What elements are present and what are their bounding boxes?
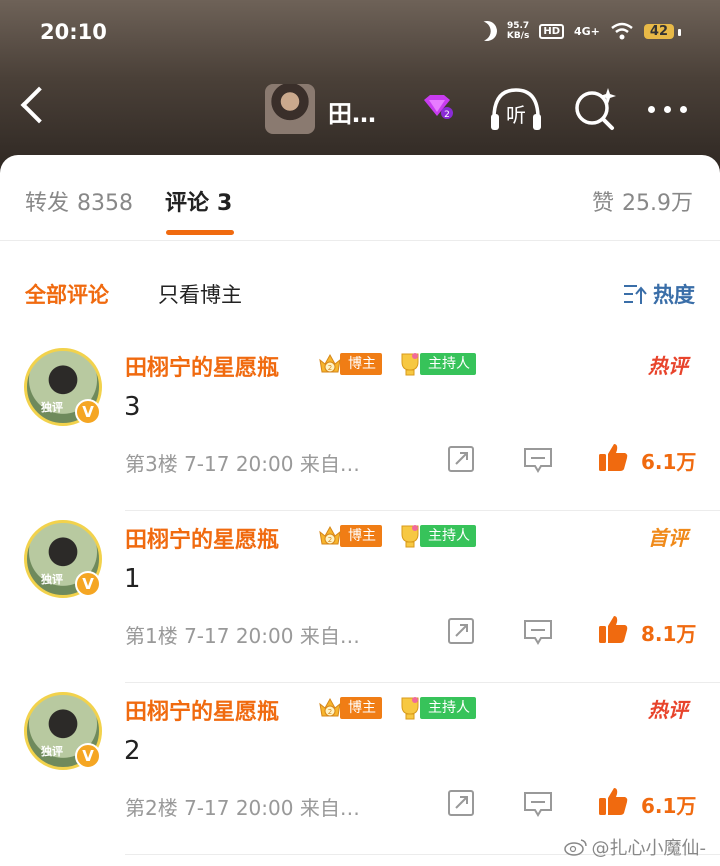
diamond-icon[interactable]: 2	[420, 94, 454, 120]
commenter-avatar[interactable]: 独评 V	[24, 520, 102, 598]
tab-like[interactable]: 赞 25.9万	[592, 185, 693, 217]
like-count: 6.1万	[641, 794, 697, 818]
listen-icon[interactable]: 听	[488, 84, 544, 134]
blogger-badge: 2 博主	[316, 524, 382, 548]
moon-icon	[474, 18, 500, 44]
nav-bar: 田… 2 听	[0, 80, 720, 140]
svg-text:2: 2	[444, 110, 450, 120]
avatar-text: 独评	[41, 401, 63, 414]
comment-meta: 第1楼 7-17 20:00 来自…	[125, 624, 360, 648]
comment-item: 独评 V 田栩宁的星愿瓶 2 博主 主持人 首评 1 第1楼 7-17 20:0…	[0, 520, 720, 692]
share-icon[interactable]	[447, 445, 475, 473]
svg-text:听: 听	[506, 103, 526, 127]
back-icon[interactable]	[20, 86, 58, 124]
commenter-avatar[interactable]: 独评 V	[24, 348, 102, 426]
sort-button[interactable]: 热度	[623, 279, 695, 309]
svg-text:2: 2	[328, 708, 332, 716]
crown-icon: 2	[319, 353, 341, 373]
filter-all-comments[interactable]: 全部评论	[25, 279, 109, 309]
comment-meta: 第2楼 7-17 20:00 来自…	[125, 796, 360, 820]
status-icons: 95.7 KB/s HD 4G+ 42	[474, 18, 682, 44]
share-icon[interactable]	[447, 617, 475, 645]
commenter-avatar[interactable]: 独评 V	[24, 692, 102, 770]
like-icon[interactable]	[597, 785, 629, 817]
tab-repost[interactable]: 转发 8358	[25, 185, 133, 217]
like-count: 6.1万	[641, 450, 697, 474]
reply-icon[interactable]	[523, 790, 553, 818]
reply-icon[interactable]	[523, 618, 553, 646]
net-speed: 95.7 KB/s	[506, 21, 530, 41]
host-badge: 主持人	[396, 352, 476, 376]
tab-bar: 转发 8358 评论 3 赞 25.9万	[0, 155, 720, 241]
divider	[125, 682, 720, 683]
nav-title[interactable]: 田…	[328, 94, 376, 129]
comment-body: 3	[124, 392, 141, 422]
svg-text:2: 2	[328, 364, 332, 372]
comment-body: 1	[124, 564, 141, 594]
active-tab-indicator	[166, 230, 234, 235]
like-icon[interactable]	[597, 613, 629, 645]
verified-icon: V	[75, 571, 101, 597]
comment-item: 独评 V 田栩宁的星愿瓶 2 博主 主持人 热评 3 第3楼 7-17 20:0…	[0, 348, 720, 520]
header: 20:10 95.7 KB/s HD 4G+ 42 田… 2 听	[0, 0, 720, 175]
host-badge: 主持人	[396, 524, 476, 548]
weibo-logo-icon	[563, 839, 587, 856]
more-icon[interactable]	[648, 106, 687, 113]
battery-icon: 42	[643, 23, 682, 39]
comment-tag: 热评	[648, 354, 688, 378]
watermark: @扎心小魔仙-	[563, 834, 706, 860]
crown-icon: 2	[319, 525, 341, 545]
status-time: 20:10	[40, 20, 107, 44]
trophy-icon	[401, 525, 419, 548]
commenter-name[interactable]: 田栩宁的星愿瓶	[125, 694, 279, 726]
blogger-badge: 2 博主	[316, 696, 382, 720]
tab-comment[interactable]: 评论 3	[165, 185, 232, 217]
verified-icon: V	[75, 399, 101, 425]
divider	[125, 510, 720, 511]
comment-body: 2	[124, 736, 141, 766]
avatar-text: 独评	[41, 745, 63, 758]
verified-icon: V	[75, 743, 101, 769]
avatar-text: 独评	[41, 573, 63, 586]
hd-icon: HD	[539, 23, 564, 39]
signal-icon: 4G+	[574, 24, 600, 38]
trophy-icon	[401, 697, 419, 720]
commenter-name[interactable]: 田栩宁的星愿瓶	[125, 522, 279, 554]
reply-icon[interactable]	[523, 446, 553, 474]
nav-avatar[interactable]	[265, 84, 315, 134]
crown-icon: 2	[319, 697, 341, 717]
comments-sheet: 转发 8358 评论 3 赞 25.9万 全部评论 只看博主 热度 独评 V 田栩宁的…	[0, 155, 720, 866]
host-badge: 主持人	[396, 696, 476, 720]
wifi-icon	[611, 22, 633, 40]
comment-tag: 热评	[648, 698, 688, 722]
like-count: 8.1万	[641, 622, 697, 646]
filter-owner-only[interactable]: 只看博主	[158, 279, 242, 309]
status-bar: 20:10 95.7 KB/s HD 4G+ 42	[0, 18, 720, 48]
comment-tag: 首评	[648, 526, 688, 550]
share-icon[interactable]	[447, 789, 475, 817]
search-icon[interactable]	[572, 86, 618, 132]
blogger-badge: 2 博主	[316, 352, 382, 376]
sort-icon	[624, 285, 647, 304]
commenter-name[interactable]: 田栩宁的星愿瓶	[125, 350, 279, 382]
like-icon[interactable]	[597, 441, 629, 473]
comment-meta: 第3楼 7-17 20:00 来自…	[125, 452, 360, 476]
svg-text:2: 2	[328, 536, 332, 544]
trophy-icon	[401, 353, 419, 376]
